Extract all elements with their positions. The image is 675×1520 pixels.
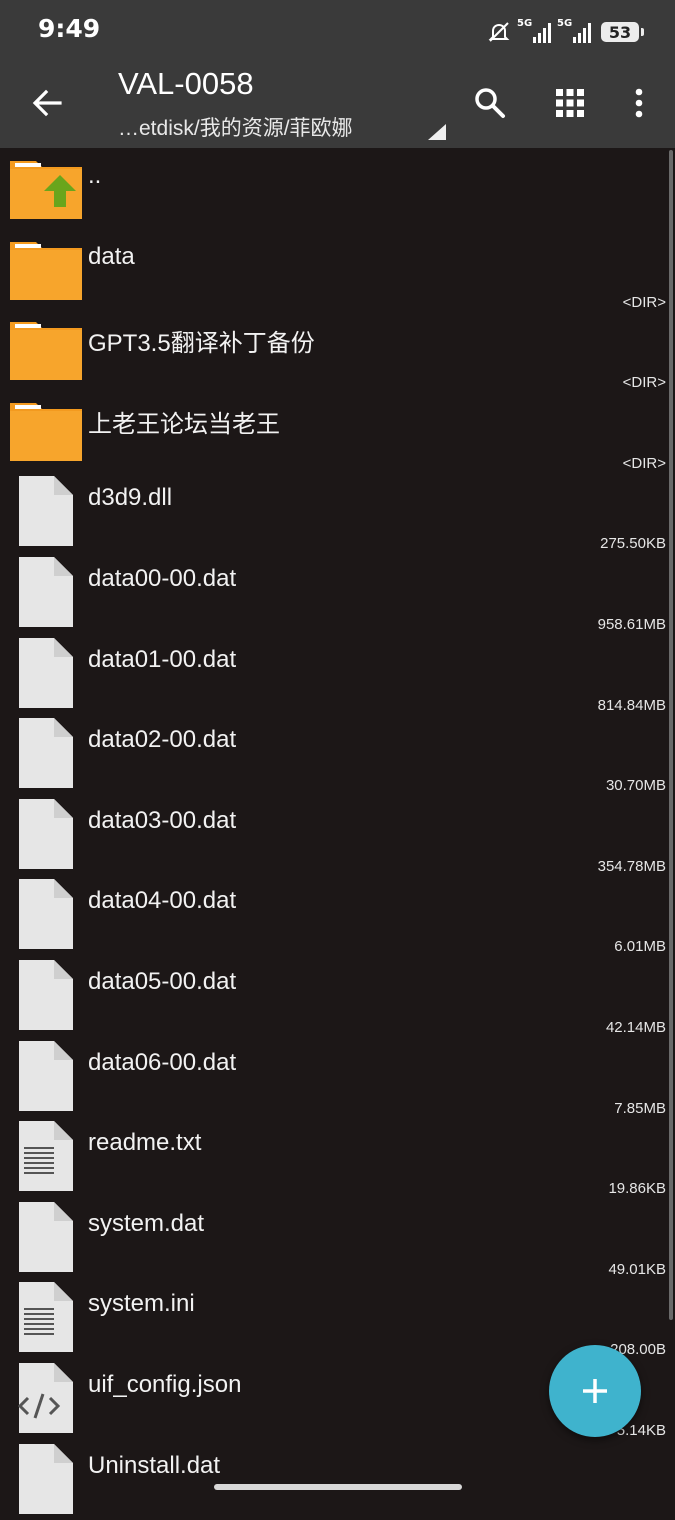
file-row[interactable]: data00-00.dat 958.61MB bbox=[0, 553, 675, 633]
file-size: 275.50KB bbox=[600, 535, 666, 553]
muted-bell-icon bbox=[488, 22, 510, 42]
file-size: 354.78MB bbox=[597, 857, 666, 875]
file-row[interactable]: data03-00.dat 354.78MB bbox=[0, 795, 675, 875]
status-time: 9:49 bbox=[38, 14, 101, 43]
file-icon bbox=[10, 1040, 82, 1112]
grid-view-button[interactable] bbox=[547, 80, 593, 126]
file-icon bbox=[10, 717, 82, 789]
file-row[interactable]: data02-00.dat 30.70MB bbox=[0, 714, 675, 794]
file-name: data bbox=[88, 242, 135, 270]
file-name: data03-00.dat bbox=[88, 806, 237, 834]
file-name: Uninstall.dat bbox=[88, 1451, 221, 1479]
file-row[interactable]: data04-00.dat 6.01MB bbox=[0, 875, 675, 955]
status-bar: 9:49 5G 5G 53 bbox=[0, 0, 675, 62]
file-name: data05-00.dat bbox=[88, 968, 237, 995]
file-icon bbox=[10, 1443, 82, 1515]
battery-indicator: 53 bbox=[601, 22, 644, 42]
file-name: 上老王论坛当老王 bbox=[88, 410, 280, 438]
file-size: 6.01MB bbox=[614, 938, 666, 956]
status-icons: 5G 5G 53 bbox=[487, 18, 644, 46]
folder-title: VAL-0058 bbox=[118, 66, 254, 101]
scrollbar[interactable] bbox=[669, 150, 673, 1320]
file-name: uif_config.json bbox=[88, 1371, 242, 1398]
folder-row[interactable]: data <DIR> bbox=[0, 231, 675, 311]
back-button[interactable] bbox=[24, 80, 70, 126]
search-button[interactable] bbox=[467, 80, 513, 126]
file-icon bbox=[10, 475, 82, 547]
file-size: 19.86KB bbox=[608, 1180, 666, 1198]
file-name: system.ini bbox=[88, 1290, 195, 1318]
file-icon bbox=[10, 798, 82, 870]
file-name: .. bbox=[88, 162, 102, 189]
more-options-button[interactable] bbox=[616, 80, 662, 126]
folder-row[interactable]: 上老王论坛当老王 <DIR> bbox=[0, 392, 675, 472]
file-row[interactable]: system.ini 208.00B bbox=[0, 1278, 675, 1358]
toolbar: VAL-0058 …etdisk/我的资源/菲欧娜 bbox=[0, 62, 675, 148]
file-row[interactable]: system.dat 49.01KB bbox=[0, 1198, 675, 1278]
file-name: data01-00.dat bbox=[88, 645, 237, 673]
file-icon bbox=[10, 556, 82, 628]
signal-icon-2: 5G bbox=[557, 18, 591, 43]
parent-folder-icon bbox=[10, 153, 82, 225]
file-icon bbox=[10, 959, 82, 1031]
file-name: d3d9.dll bbox=[88, 484, 173, 512]
signal-2-label: 5G bbox=[557, 18, 573, 29]
file-row[interactable]: data01-00.dat 814.84MB bbox=[0, 634, 675, 714]
folder-row[interactable]: GPT3.5翻译补丁备份 <DIR> bbox=[0, 311, 675, 391]
file-row[interactable]: data05-00.dat 42.14MB bbox=[0, 956, 675, 1036]
file-icon bbox=[10, 637, 82, 709]
text-file-icon bbox=[10, 1120, 82, 1192]
file-size: 7.85MB bbox=[614, 1099, 666, 1117]
file-name: system.dat bbox=[88, 1209, 205, 1237]
folder-icon bbox=[10, 314, 82, 386]
file-size: 30.70MB bbox=[605, 777, 666, 795]
file-row[interactable]: readme.txt 19.86KB bbox=[0, 1117, 675, 1197]
file-row[interactable]: Uninstall.dat bbox=[0, 1440, 675, 1520]
file-name: data04-00.dat bbox=[88, 887, 237, 915]
search-icon bbox=[475, 88, 505, 118]
file-icon bbox=[10, 878, 82, 950]
file-name: GPT3.5翻译补丁备份 bbox=[88, 330, 315, 358]
code-file-icon bbox=[10, 1362, 82, 1434]
text-file-icon bbox=[10, 1281, 82, 1353]
signal-1-label: 5G bbox=[517, 18, 533, 29]
file-row[interactable]: data06-00.dat 7.85MB bbox=[0, 1037, 675, 1117]
path-dropdown-icon[interactable] bbox=[428, 124, 446, 140]
folder-icon bbox=[10, 395, 82, 467]
file-name: data06-00.dat bbox=[88, 1048, 237, 1076]
file-icon bbox=[10, 1201, 82, 1273]
folder-icon bbox=[10, 234, 82, 306]
folder-path[interactable]: …etdisk/我的资源/菲欧娜 bbox=[118, 112, 353, 142]
file-size: 42.14MB bbox=[605, 1019, 666, 1036]
file-size: 958.61MB bbox=[597, 616, 666, 633]
file-name: readme.txt bbox=[88, 1129, 202, 1157]
file-size: <DIR> bbox=[622, 293, 666, 311]
plus-icon bbox=[583, 1379, 607, 1403]
back-arrow-icon bbox=[32, 89, 62, 117]
more-vert-icon bbox=[635, 88, 643, 118]
file-size: <DIR> bbox=[622, 374, 666, 392]
folder-row[interactable]: .. bbox=[0, 150, 675, 230]
file-size: 814.84MB bbox=[597, 696, 666, 714]
signal-icon-1: 5G bbox=[517, 18, 551, 43]
file-name: data00-00.dat bbox=[88, 565, 237, 592]
file-size: <DIR> bbox=[622, 454, 666, 472]
file-size: 49.01KB bbox=[608, 1260, 666, 1278]
file-row[interactable]: d3d9.dll 275.50KB bbox=[0, 472, 675, 552]
grid-view-icon bbox=[556, 89, 584, 117]
add-button[interactable] bbox=[549, 1345, 641, 1437]
home-indicator[interactable] bbox=[214, 1484, 462, 1490]
file-name: data02-00.dat bbox=[88, 726, 237, 754]
